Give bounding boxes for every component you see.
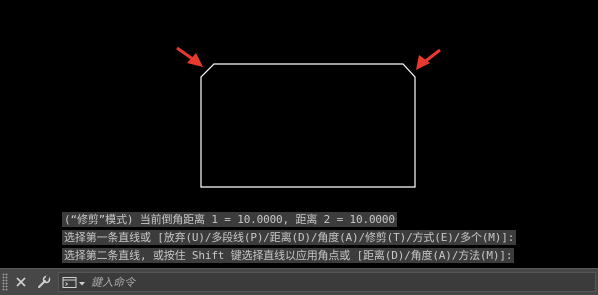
- command-input-container[interactable]: [58, 272, 596, 292]
- history-line: 选择第一条直线或 [放弃(U)/多段线(P)/距离(D)/角度(A)/修剪(T)…: [62, 230, 517, 245]
- history-line: (“修剪”模式) 当前倒角距离 1 = 10.0000, 距离 2 = 10.0…: [62, 212, 397, 227]
- drag-grip-icon[interactable]: [2, 273, 8, 291]
- command-prompt-icon[interactable]: [62, 275, 88, 289]
- command-line-bar: [0, 268, 598, 295]
- command-input[interactable]: [91, 273, 581, 291]
- command-history: (“修剪”模式) 当前倒角距离 1 = 10.0000, 距离 2 = 10.0…: [62, 208, 598, 263]
- close-icon[interactable]: [12, 273, 30, 291]
- chamfered-rectangle[interactable]: [200, 63, 416, 188]
- history-line: 选择第二条直线, 或按住 Shift 键选择直线以应用角点或 [距离(D)/角度…: [62, 248, 515, 263]
- arrow-left: [176, 46, 203, 67]
- wrench-icon[interactable]: [35, 273, 53, 291]
- arrow-right: [416, 48, 441, 70]
